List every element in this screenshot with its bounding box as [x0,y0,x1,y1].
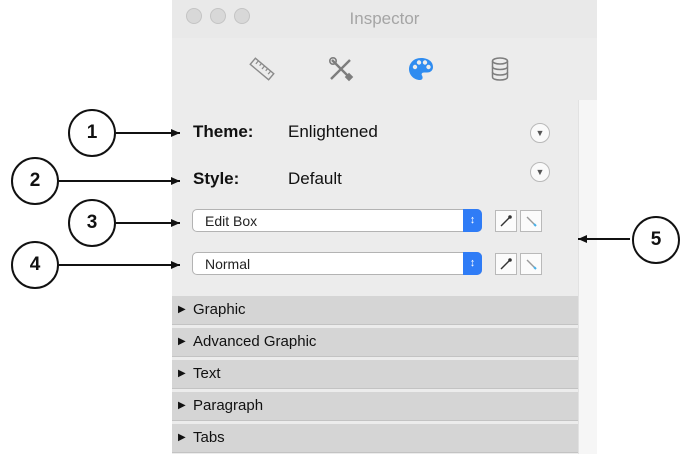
callout-3: 3 [68,199,116,247]
callout-4: 4 [11,241,59,289]
callout-2: 2 [11,157,59,205]
callout-1: 1 [68,109,116,157]
callout-5: 5 [632,216,680,264]
